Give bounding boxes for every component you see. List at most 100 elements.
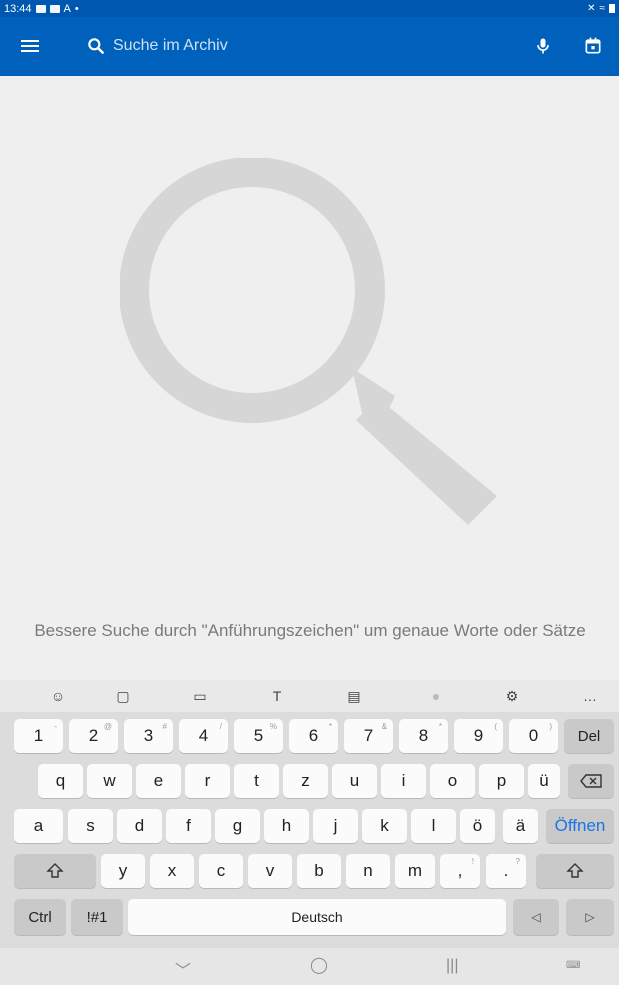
keyboard-toolbar: ☺ ▢ ▭ T ▤ ● ⚙ … <box>0 680 619 712</box>
message-icon <box>49 4 60 13</box>
key-v[interactable]: v <box>248 854 292 888</box>
cursor-left-key[interactable]: ◁ <box>513 899 559 935</box>
key-5[interactable]: 5% <box>234 719 283 753</box>
sticker-icon[interactable]: ▢ <box>113 686 133 706</box>
arrow-right-icon: ▷ <box>585 910 595 924</box>
clock: 13:44 <box>4 2 32 15</box>
key-label: , <box>457 861 463 880</box>
key-9[interactable]: 9( <box>454 719 503 753</box>
handwriting-icon[interactable]: T <box>267 686 287 706</box>
search-icon <box>88 38 104 54</box>
key-1[interactable]: 1- <box>14 719 63 753</box>
key-c[interactable]: c <box>199 854 243 888</box>
key-o[interactable]: o <box>430 764 475 798</box>
key-j[interactable]: j <box>313 809 358 843</box>
key-6[interactable]: 6 * <box>289 719 338 753</box>
key-t[interactable]: t <box>234 764 279 798</box>
settings-icon[interactable]: ⚙ <box>502 686 522 706</box>
home-icon[interactable]: ◯ <box>310 955 328 975</box>
search-hint-text: Bessere Suche durch "Anführungszeichen" … <box>34 621 586 640</box>
gif-icon[interactable]: ▭ <box>190 686 210 706</box>
key-7[interactable]: 7 & <box>344 719 393 753</box>
navigation-bar: ﹀ ◯ ||| ⌨ <box>0 948 619 985</box>
mute-icon: ✕ <box>587 3 596 14</box>
key-ae[interactable]: ä <box>503 809 538 843</box>
key-d[interactable]: d <box>117 809 162 843</box>
recent-apps-icon[interactable]: ||| <box>446 957 458 975</box>
key-y[interactable]: y <box>101 854 145 888</box>
key-label: . <box>503 861 509 880</box>
key-oe[interactable]: ö <box>460 809 495 843</box>
key-4[interactable]: 4/ <box>179 719 228 753</box>
key-sup: ? <box>515 857 520 866</box>
calendar-icon[interactable] <box>583 36 603 56</box>
menu-icon[interactable] <box>21 37 39 55</box>
microphone-icon[interactable] <box>533 35 553 57</box>
key-label: 9 <box>473 726 484 745</box>
key-label: 0 <box>528 726 539 745</box>
key-3[interactable]: 3 # <box>124 719 173 753</box>
key-b[interactable]: b <box>297 854 341 888</box>
backspace-icon <box>580 774 602 788</box>
key-w[interactable]: w <box>87 764 132 798</box>
wifi-icon: ≈ <box>599 3 606 14</box>
keyboard-switch-icon[interactable]: ⌨ <box>566 960 580 971</box>
emoji-icon[interactable]: ☺ <box>48 686 68 706</box>
voice-icon[interactable]: ● <box>426 686 446 706</box>
key-l[interactable]: l <box>411 809 456 843</box>
key-2[interactable]: 2 @ <box>69 719 118 753</box>
key-z[interactable]: z <box>283 764 328 798</box>
key-sup: * <box>328 722 332 731</box>
app-bar: Suche im Archiv <box>0 17 619 76</box>
key-f[interactable]: f <box>166 809 211 843</box>
key-ue[interactable]: ü <box>528 764 560 798</box>
key-sup: / <box>219 722 222 731</box>
key-x[interactable]: x <box>150 854 194 888</box>
key-sup: ( <box>494 722 497 731</box>
key-n[interactable]: n <box>346 854 390 888</box>
gallery-icon <box>35 4 46 13</box>
key-h[interactable]: h <box>264 809 309 843</box>
key-label: 6 <box>308 726 319 745</box>
open-key[interactable]: Öffnen <box>546 809 614 843</box>
cursor-right-key[interactable]: ▷ <box>566 899 614 935</box>
magnifier-illustration-icon <box>120 158 497 525</box>
hide-keyboard-icon[interactable]: ﹀ <box>175 957 191 981</box>
key-comma[interactable]: ,! <box>440 854 480 888</box>
translate-icon: A <box>63 2 71 15</box>
key-q[interactable]: q <box>38 764 83 798</box>
ctrl-key[interactable]: Ctrl <box>14 899 66 935</box>
clipboard-icon[interactable]: ▤ <box>344 686 364 706</box>
key-s[interactable]: s <box>68 809 113 843</box>
backspace-key[interactable] <box>568 764 614 798</box>
notification-dot: • <box>74 2 79 15</box>
key-i[interactable]: i <box>381 764 426 798</box>
key-e[interactable]: e <box>136 764 181 798</box>
key-0[interactable]: 0) <box>509 719 558 753</box>
shift-left-key[interactable] <box>14 854 96 888</box>
symbols-key[interactable]: !#1 <box>71 899 123 935</box>
key-k[interactable]: k <box>362 809 407 843</box>
key-sup: @ <box>103 722 112 731</box>
key-label: 3 <box>143 726 154 745</box>
key-sup: * <box>438 722 442 731</box>
key-sup: - <box>54 722 57 731</box>
key-u[interactable]: u <box>332 764 377 798</box>
key-r[interactable]: r <box>185 764 230 798</box>
arrow-left-icon: ◁ <box>531 910 541 924</box>
space-key[interactable]: Deutsch <box>128 899 506 935</box>
key-m[interactable]: m <box>395 854 435 888</box>
delete-key[interactable]: Del <box>564 719 614 753</box>
key-8[interactable]: 8 * <box>399 719 448 753</box>
key-p[interactable]: p <box>479 764 524 798</box>
key-sup: & <box>381 722 387 731</box>
key-a[interactable]: a <box>14 809 63 843</box>
key-label: 7 <box>363 726 374 745</box>
shift-right-key[interactable] <box>536 854 614 888</box>
key-sup: ! <box>471 857 474 866</box>
more-icon[interactable]: … <box>580 686 600 706</box>
shift-icon <box>46 863 64 878</box>
search-input[interactable]: Suche im Archiv <box>113 37 228 55</box>
key-period[interactable]: .? <box>486 854 526 888</box>
key-g[interactable]: g <box>215 809 260 843</box>
